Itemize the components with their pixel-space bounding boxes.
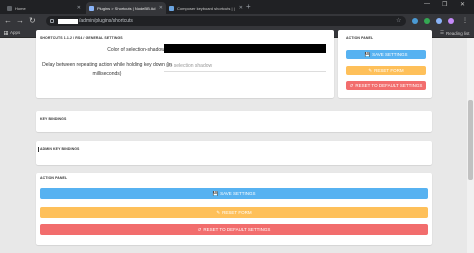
tab-label: Plugins > Shortcuts | NodeBB Ad	[97, 5, 156, 11]
save-settings-button[interactable]: 💾 SAVE SETTINGS	[40, 188, 428, 199]
button-label: SAVE SETTINGS	[372, 52, 408, 57]
close-icon[interactable]: ✕	[239, 5, 243, 11]
reading-list-icon: ☰	[440, 30, 445, 35]
delay-label: Delay between repeating action while hol…	[42, 62, 172, 77]
new-tab-icon[interactable]: +	[246, 2, 251, 12]
apps-grid-icon	[4, 30, 8, 35]
side-reset-defaults-button[interactable]: ↺ RESET TO DEFAULT SETTINGS	[346, 81, 426, 90]
save-icon: 💾	[212, 190, 219, 196]
favicon-icon	[169, 5, 174, 11]
favicon-icon	[7, 5, 12, 11]
close-icon[interactable]: ✕	[159, 5, 163, 11]
reading-list-label: Reading list	[446, 30, 470, 36]
browser-toolbar: ← → ↻ /admin/plugins/shortcuts ☆ ⋮	[0, 14, 474, 28]
action-panel: ACTION PANEL 💾 SAVE SETTINGS ✎ RESET FOR…	[36, 173, 432, 245]
side-action-panel-title: ACTION PANEL	[346, 36, 374, 40]
delay-input[interactable]: No selection shadow	[164, 62, 326, 72]
reset-defaults-button[interactable]: ↺ RESET TO DEFAULT SETTINGS	[40, 224, 428, 235]
key-bindings-panel: KEY BINDINGS	[36, 111, 432, 132]
tab-home[interactable]: Home ✕	[4, 2, 84, 14]
reload-icon[interactable]: ↻	[29, 16, 36, 26]
apps-label: Apps	[10, 30, 21, 35]
admin-key-bindings-title: ADMIN KEY BINDINGS	[40, 147, 80, 151]
favicon-icon	[89, 5, 94, 11]
tab-label: Home	[15, 5, 26, 11]
reset-form-button[interactable]: ✎ RESET FORM	[40, 207, 428, 218]
side-reset-form-button[interactable]: ✎ RESET FORM	[346, 66, 426, 75]
extension-icon[interactable]	[424, 18, 430, 24]
tab-label: Composer keyboard shortcuts | |	[177, 5, 235, 11]
back-icon[interactable]: ←	[4, 16, 12, 26]
button-label: RESET FORM	[374, 68, 404, 73]
side-action-panel: ACTION PANEL 💾 SAVE SETTINGS ✎ RESET FOR…	[338, 30, 432, 98]
button-label: RESET TO DEFAULT SETTINGS	[203, 227, 271, 232]
tab-composer[interactable]: Composer keyboard shortcuts | | ✕	[166, 2, 246, 14]
button-label: RESET FORM	[222, 210, 252, 215]
text-cursor	[38, 147, 39, 152]
save-icon: 💾	[364, 51, 371, 57]
side-save-settings-button[interactable]: 💾 SAVE SETTINGS	[346, 50, 426, 59]
forward-icon[interactable]: →	[16, 16, 24, 26]
scrollbar-thumb[interactable]	[468, 100, 473, 180]
profile-avatar-icon[interactable]	[448, 18, 454, 24]
eraser-icon: ✎	[368, 67, 373, 73]
undo-icon: ↺	[197, 226, 202, 232]
close-icon[interactable]: ✕	[77, 5, 81, 11]
menu-icon[interactable]: ⋮	[462, 16, 468, 26]
extension-icon[interactable]	[436, 18, 442, 24]
general-settings-panel: SHORTCUTS 1.1.2 / RS4 / GENERAL SETTINGS…	[36, 30, 334, 98]
action-panel-title: ACTION PANEL	[40, 176, 68, 180]
extension-icon[interactable]	[412, 18, 418, 24]
redacted-domain	[58, 18, 78, 24]
button-label: RESET TO DEFAULT SETTINGS	[355, 83, 423, 88]
button-label: SAVE SETTINGS	[220, 191, 256, 196]
general-settings-title: SHORTCUTS 1.1.2 / RS4 / GENERAL SETTINGS	[40, 36, 123, 40]
minimize-icon[interactable]: —	[424, 1, 430, 7]
undo-icon: ↺	[349, 82, 354, 88]
key-bindings-title: KEY BINDINGS	[40, 117, 67, 121]
tab-plugins-shortcuts[interactable]: Plugins > Shortcuts | NodeBB Ad ✕	[86, 2, 166, 14]
eraser-icon: ✎	[216, 209, 221, 215]
url-text: /admin/plugins/shortcuts	[79, 18, 133, 24]
address-bar[interactable]: /admin/plugins/shortcuts	[46, 16, 406, 26]
lock-icon	[50, 19, 54, 23]
color-shadow-input[interactable]	[164, 44, 326, 53]
admin-key-bindings-panel: ADMIN KEY BINDINGS	[36, 141, 432, 165]
browser-tab-bar: Home ✕ Plugins > Shortcuts | NodeBB Ad ✕…	[0, 0, 474, 14]
bookmark-apps[interactable]: Apps	[4, 30, 20, 35]
bookmark-star-icon[interactable]: ☆	[396, 17, 401, 24]
maximize-icon[interactable]: ❐	[442, 1, 447, 8]
window-close-icon[interactable]: ✕	[460, 1, 465, 8]
reading-list[interactable]: ☰ Reading list	[440, 30, 470, 36]
